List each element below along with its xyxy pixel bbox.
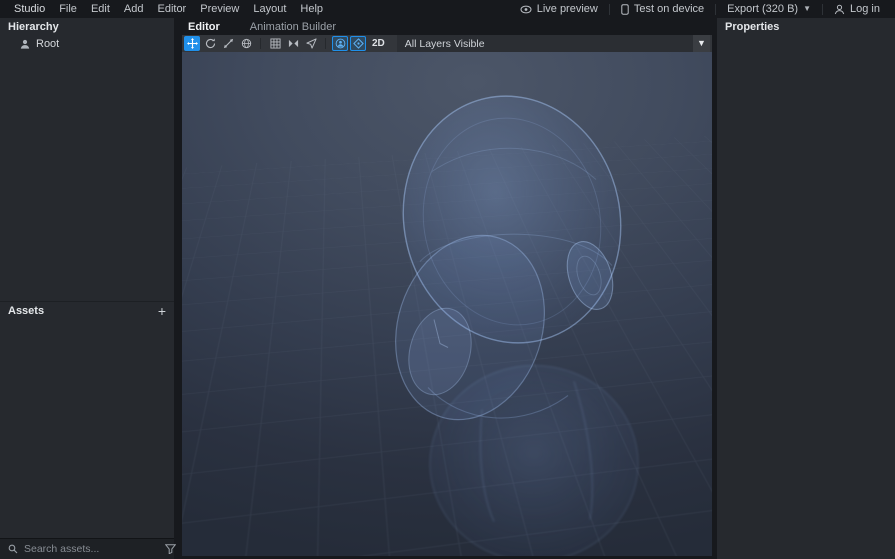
menu-file[interactable]: File (59, 3, 77, 15)
menu-editor[interactable]: Editor (157, 3, 186, 15)
toolbar-separator (325, 38, 326, 49)
scale-tool-button[interactable] (220, 36, 236, 51)
grid-snap-button[interactable] (267, 36, 283, 51)
layers-visibility-dropdown[interactable]: All Layers Visible ▼ (396, 35, 710, 52)
test-on-device-label: Test on device (633, 3, 705, 15)
menu-add[interactable]: Add (124, 3, 144, 15)
add-asset-button[interactable]: + (158, 304, 166, 318)
person-icon (20, 39, 30, 49)
phone-icon (621, 3, 629, 15)
topbar-actions: Live preview Test on device Export (320 … (515, 3, 885, 15)
menu-help[interactable]: Help (300, 3, 323, 15)
topbar-separator (608, 3, 610, 15)
tab-animation-builder[interactable]: Animation Builder (250, 21, 336, 33)
menu-studio[interactable]: Studio (14, 3, 45, 15)
search-input[interactable] (24, 543, 159, 555)
assets-list (0, 319, 174, 538)
properties-panel-title: Properties (725, 20, 780, 33)
topbar-separator (822, 3, 824, 15)
search-icon (8, 544, 18, 554)
hierarchy-item-root[interactable]: Root (0, 35, 174, 52)
chevron-down-icon: ▼ (803, 4, 812, 13)
dropdown-caret-box: ▼ (693, 35, 710, 52)
mirror-button[interactable] (285, 36, 301, 51)
move-tool-button[interactable] (184, 36, 200, 51)
menu-preview[interactable]: Preview (200, 3, 239, 15)
globe-tool-button[interactable] (238, 36, 254, 51)
navigate-button[interactable] (303, 36, 319, 51)
orbit-view-toggle[interactable] (332, 36, 348, 51)
menu-items: Studio File Edit Add Editor Preview Layo… (14, 3, 323, 15)
export-button[interactable]: Export (320 B) ▼ (722, 3, 816, 15)
gizmo-toggle[interactable] (350, 36, 366, 51)
live-preview-label: Live preview (536, 3, 598, 15)
menu-edit[interactable]: Edit (91, 3, 110, 15)
toolbar-separator (260, 38, 261, 49)
viewport-toolbar: 2D All Layers Visible ▼ (182, 35, 712, 52)
wireframe-head-model (395, 95, 639, 556)
asset-search-bar (0, 538, 176, 559)
mode-2d-button[interactable]: 2D (368, 38, 389, 49)
assets-panel-header: Assets + (0, 301, 174, 319)
topbar-separator (715, 3, 717, 15)
editor-column: Editor Animation Builder 2D All Layers V… (178, 18, 717, 559)
login-button[interactable]: Log in (829, 3, 885, 15)
right-sidebar: Properties (717, 18, 895, 559)
menu-layout[interactable]: Layout (253, 3, 286, 15)
hierarchy-item-label: Root (36, 37, 60, 50)
export-label: Export (320 B) (727, 3, 799, 15)
eye-icon (520, 5, 532, 14)
top-menu-bar: Studio File Edit Add Editor Preview Layo… (0, 0, 895, 18)
live-preview-button[interactable]: Live preview (515, 3, 603, 15)
layers-dropdown-value: All Layers Visible (404, 37, 485, 50)
editor-tabbar: Editor Animation Builder (182, 18, 712, 35)
assets-panel-title: Assets (8, 304, 45, 317)
main-area: Hierarchy Root Assets + Search assets...… (0, 18, 895, 559)
chevron-down-icon: ▼ (697, 38, 706, 48)
hierarchy-panel-title: Hierarchy (8, 20, 59, 33)
tab-editor[interactable]: Editor (188, 21, 220, 33)
rotate-tool-button[interactable] (202, 36, 218, 51)
filter-icon[interactable] (165, 544, 176, 554)
user-icon (834, 4, 845, 15)
hierarchy-tree: Root (0, 35, 174, 301)
left-sidebar: Hierarchy Root Assets + (0, 18, 178, 559)
login-label: Log in (850, 3, 880, 15)
viewport-canvas[interactable] (182, 52, 712, 556)
test-on-device-button[interactable]: Test on device (616, 3, 709, 15)
